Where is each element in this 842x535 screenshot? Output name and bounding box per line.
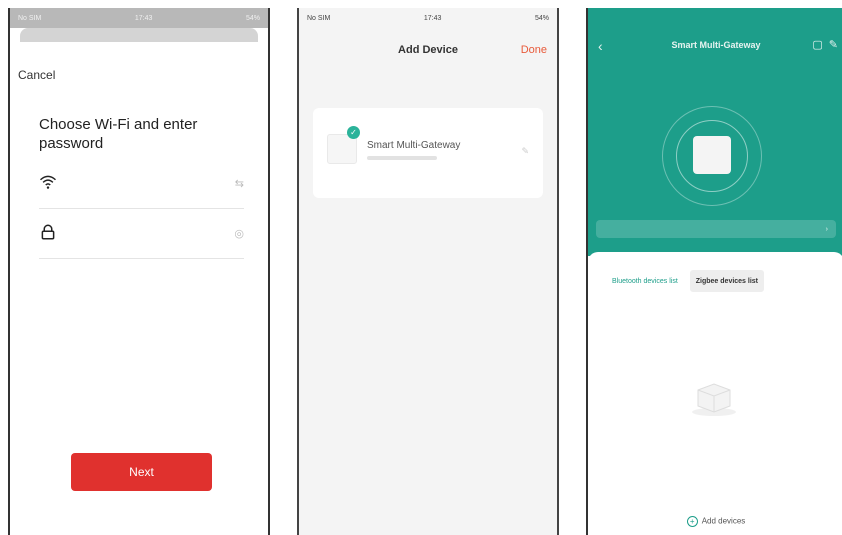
phone-wifi-setup: No SIM 17:43 54% Cancel Choose Wi-Fi and… [8,8,270,535]
status-bar: No SIM 17:43 54% [10,8,268,28]
edit-icon[interactable]: ✎ [829,39,838,51]
device-subtitle-placeholder [367,156,437,160]
check-icon: ✓ [347,126,360,139]
edit-icon[interactable]: ✎ [521,146,529,157]
page-title: Choose Wi-Fi and enter password [39,116,198,152]
status-time: 17:43 [134,14,153,22]
add-devices-label: Add devices [701,516,746,526]
done-button[interactable]: Done [521,44,547,56]
status-battery: 54% [245,14,260,22]
plus-icon: + [686,516,698,527]
phone-add-device: No SIM 17:43 54% Add Device Done ✓ Smart… [297,8,559,535]
status-carrier: No SIM [18,14,42,22]
add-devices-button[interactable]: + Add devices [588,516,842,527]
device-info-bar[interactable]: › [596,220,836,238]
status-carrier: No SIM [307,14,331,22]
chevron-right-icon: › [825,225,828,233]
device-card[interactable]: ✓ Smart Multi-Gateway ✎ [313,108,543,198]
empty-box-icon [692,383,736,416]
device-name: Smart Multi-Gateway [367,140,461,151]
lock-icon [41,224,55,240]
tab-zigbee[interactable]: Zigbee devices list [689,270,765,292]
password-field[interactable]: ◎ [39,211,244,259]
eye-icon[interactable]: ◎ [234,227,244,240]
status-time: 17:43 [423,14,442,22]
page-title: Add Device [398,44,458,56]
tab-bluetooth[interactable]: Bluetooth devices list [606,270,684,292]
device-list-panel: Bluetooth devices list Zigbee devices li… [588,252,842,535]
device-tabs: Bluetooth devices list Zigbee devices li… [606,270,830,292]
device-icon[interactable]: ▢ [812,39,822,51]
status-bar: No SIM 17:43 54% [299,8,557,28]
cancel-button[interactable]: Cancel [18,68,55,82]
header-actions: ▢ ✎ [806,38,838,51]
next-button[interactable]: Next [71,453,212,491]
status-battery: 54% [534,14,549,22]
wifi-icon [39,175,57,189]
page-title: Smart Multi-Gateway [671,40,761,50]
nav-bar: Add Device Done [299,28,557,72]
wifi-field[interactable]: ⇆ [39,161,244,209]
gateway-device-image [693,136,731,174]
switch-network-icon[interactable]: ⇆ [235,177,244,190]
nav-bar: ‹ Smart Multi-Gateway ▢ ✎ [588,28,842,72]
phone-gateway-panel: ‹ Smart Multi-Gateway ▢ ✎ › Bluetooth dev… [586,8,842,535]
